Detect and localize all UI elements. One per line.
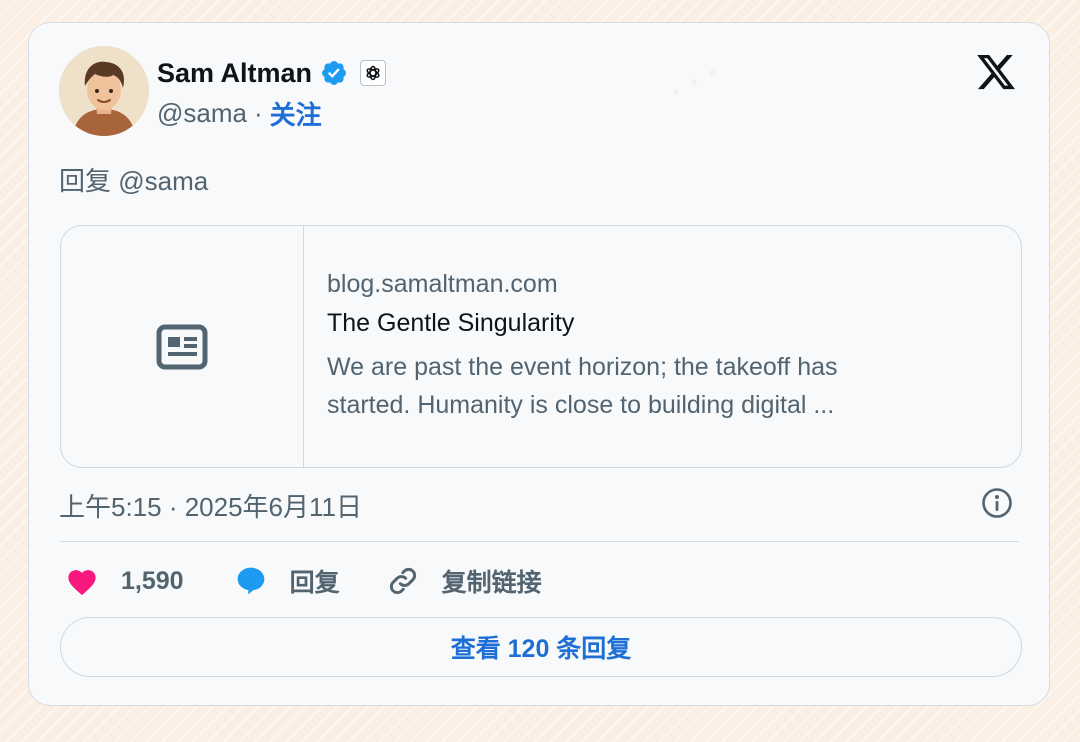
openai-affiliate-badge[interactable] — [360, 60, 387, 86]
link-domain: blog.samaltman.com — [327, 270, 558, 298]
follow-link[interactable]: 关注 — [270, 95, 322, 132]
author-handle-row: @sama · 关注 — [157, 95, 322, 132]
author-name[interactable]: Sam Altman — [157, 58, 312, 89]
watermark: · · · — [663, 53, 728, 112]
link-description-line: started. Humanity is close to building d… — [327, 391, 835, 419]
divider — [60, 541, 1019, 542]
reply-to-text: 回复 @sama — [59, 166, 209, 196]
verified-badge-icon — [322, 61, 347, 85]
tweet-timestamp[interactable]: 上午5:15 · 2025年6月11日 — [59, 487, 362, 524]
avatar[interactable] — [59, 46, 149, 136]
heart-icon — [68, 570, 96, 596]
link-icon — [389, 567, 416, 595]
speech-bubble-icon — [237, 567, 264, 595]
avatar-illustration-icon — [59, 46, 149, 136]
link-body: blog.samaltman.com The Gentle Singularit… — [327, 270, 971, 424]
info-icon[interactable] — [981, 487, 1013, 519]
link-description-line: We are past the event horizon; the takeo… — [327, 353, 838, 381]
like-count: 1,590 — [121, 566, 184, 595]
reply-label: 回复 — [289, 569, 340, 597]
link-preview-card[interactable]: blog.samaltman.com The Gentle Singularit… — [60, 225, 1022, 468]
link-title: The Gentle Singularity — [327, 309, 575, 337]
separator-dot: · — [253, 98, 263, 128]
like-button[interactable]: 1,590 — [65, 566, 184, 596]
view-replies-button[interactable]: 查看 120 条回复 — [60, 617, 1022, 677]
openai-logo-icon — [366, 65, 380, 81]
link-thumbnail — [61, 226, 304, 467]
link-description: We are past the event horizon; the takeo… — [327, 348, 971, 424]
copy-link-button[interactable]: 复制链接 — [386, 563, 542, 599]
x-logo-icon[interactable] — [975, 51, 1017, 93]
reply-button[interactable]: 回复 — [234, 563, 340, 599]
action-bar: 1,590 回复 复制链接 — [65, 563, 542, 599]
tweet-embed-card: · · · Sam Altman — [28, 22, 1050, 706]
copy-link-label: 复制链接 — [441, 569, 542, 597]
newspaper-icon — [156, 324, 208, 369]
author-handle[interactable]: @sama — [157, 98, 247, 129]
author-name-row: Sam Altman — [157, 53, 387, 93]
